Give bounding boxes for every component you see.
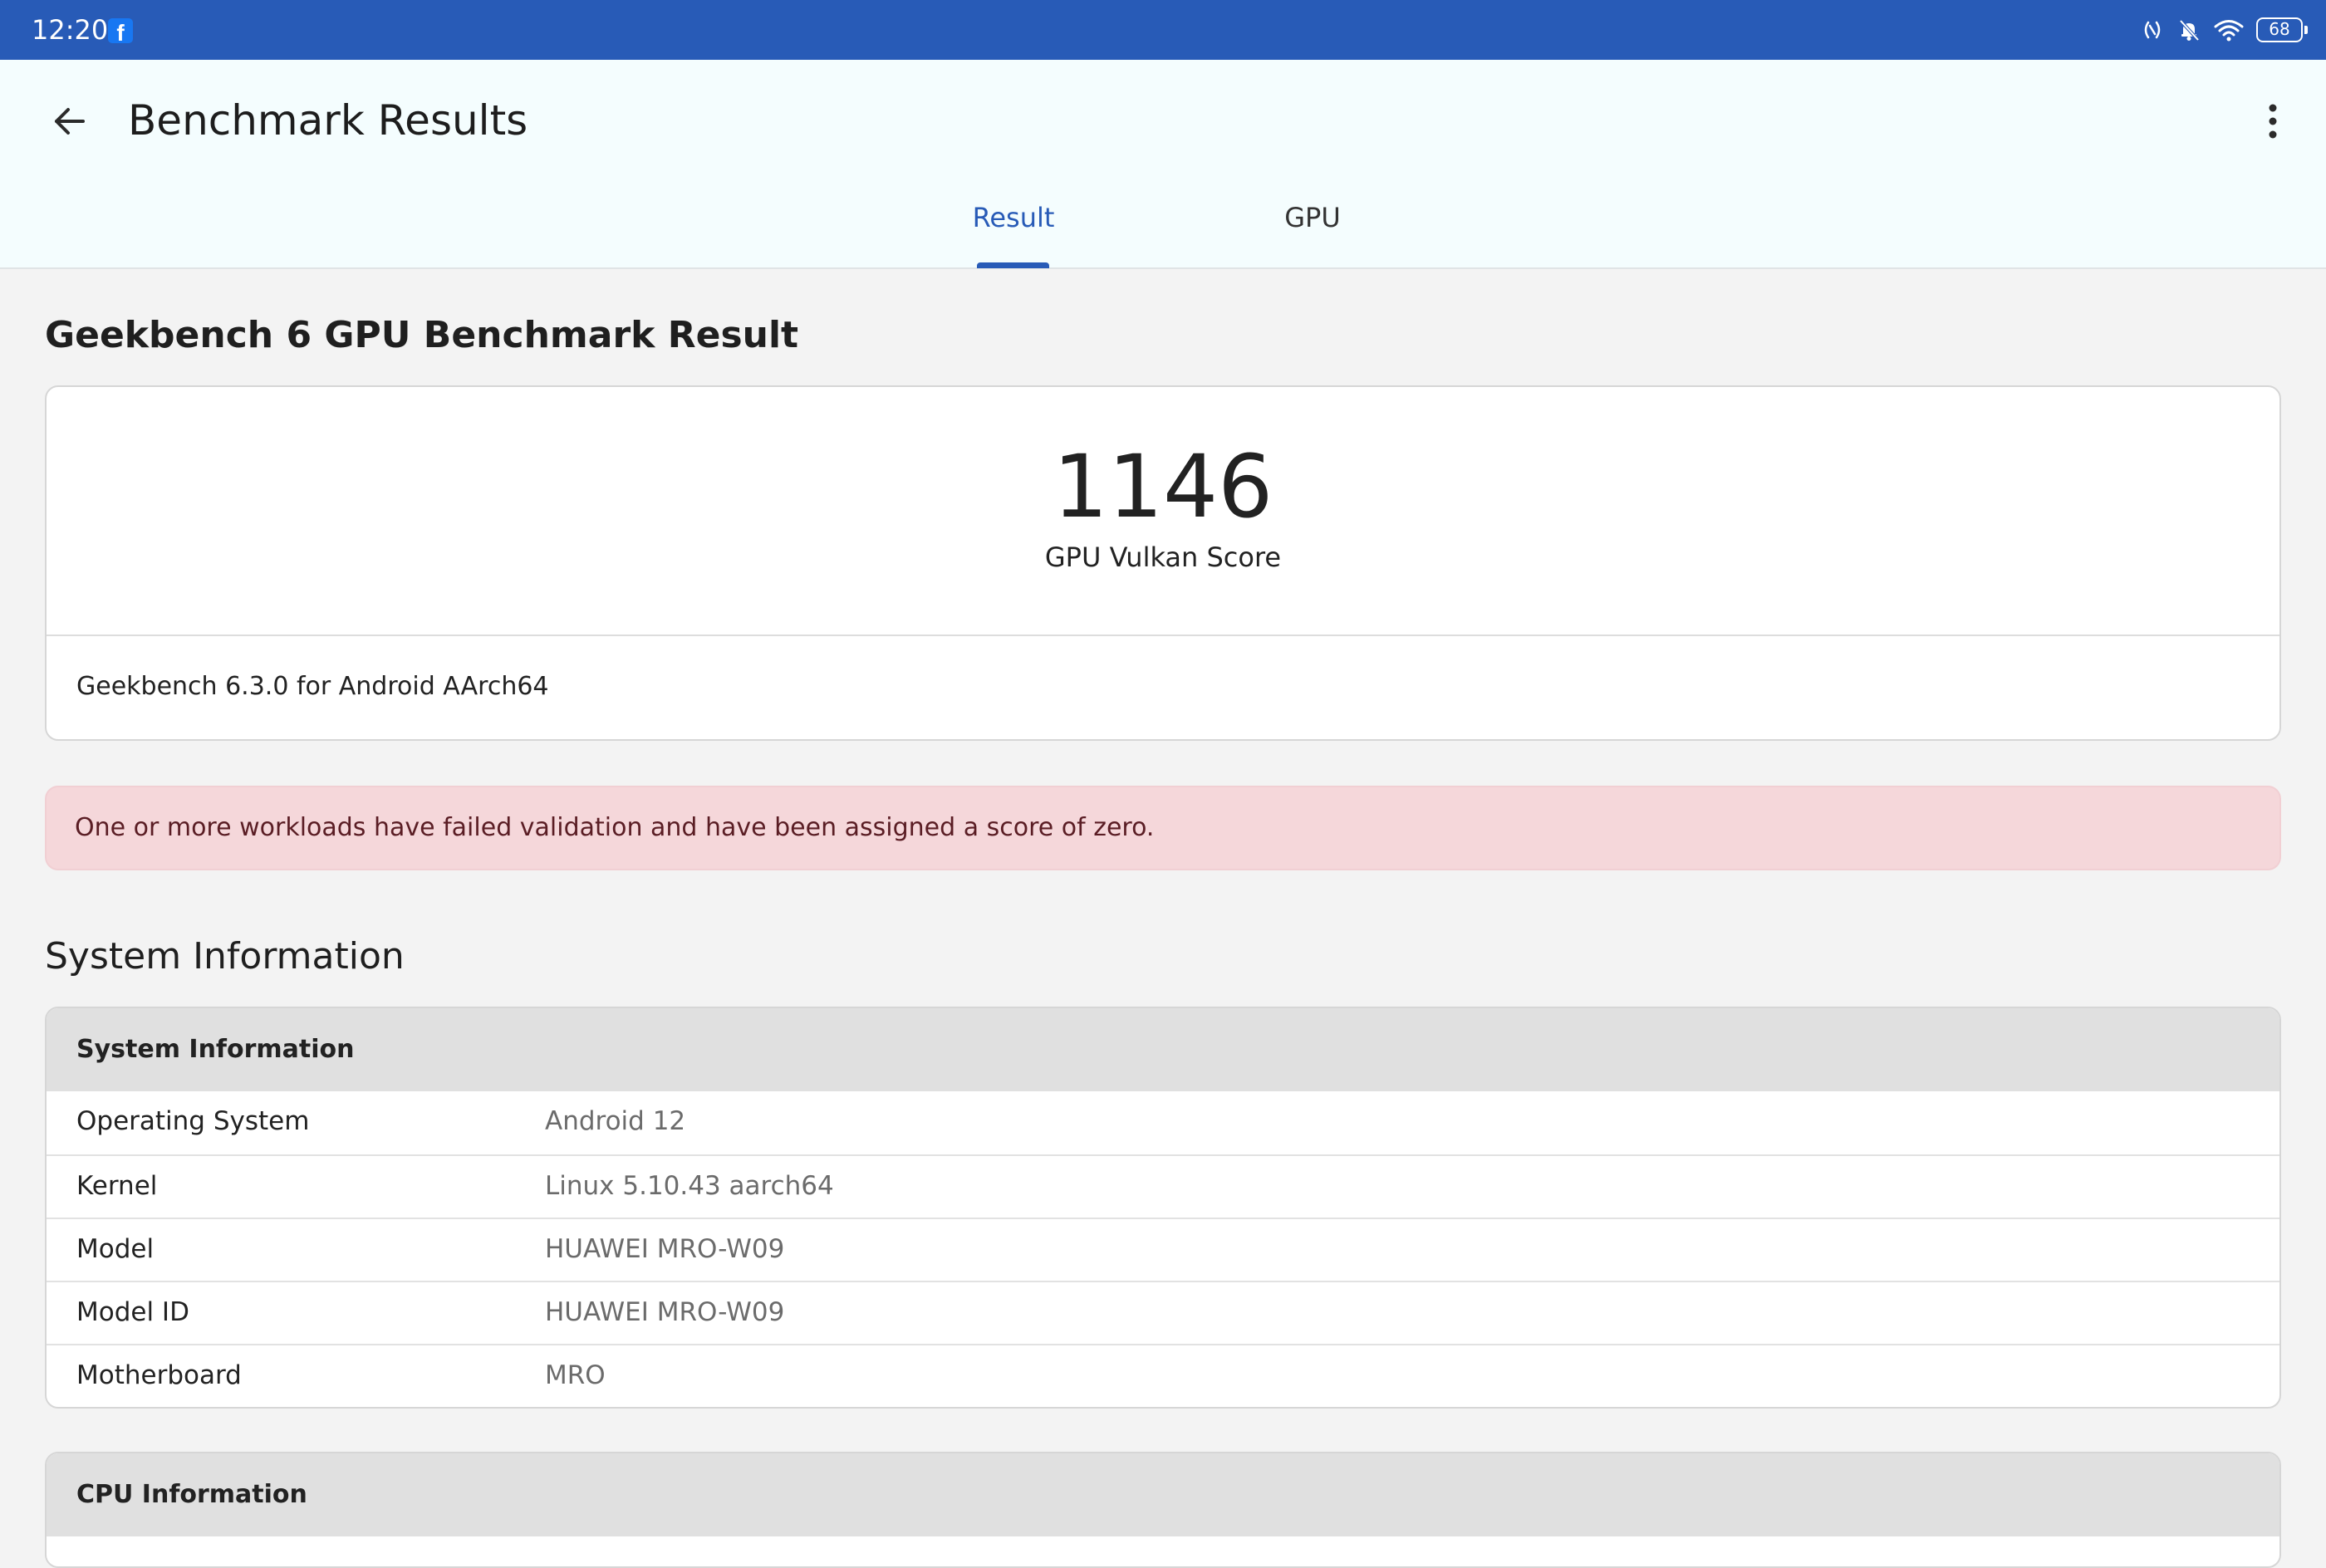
nfc-icon: [2140, 17, 2165, 42]
score-value: 1146: [1053, 436, 1273, 537]
divider: [47, 635, 2279, 636]
version-text: Geekbench 6.3.0 for Android AArch64: [76, 672, 549, 701]
more-vertical-icon: [2269, 104, 2277, 139]
row-label: Motherboard: [76, 1360, 242, 1390]
page-title: Benchmark Results: [128, 96, 528, 145]
validation-alert: One or more workloads have failed valida…: [45, 786, 2281, 870]
tab-indicator: [977, 262, 1049, 268]
table-row: Operating System Android 12: [47, 1091, 2279, 1154]
row-label: Operating System: [76, 1106, 310, 1136]
more-options-button[interactable]: [2246, 95, 2299, 148]
table-header: System Information: [47, 1008, 2279, 1091]
cpu-information-table: CPU Information: [45, 1452, 2281, 1568]
row-label: Model ID: [76, 1297, 189, 1327]
app-bar: Benchmark Results Result GPU: [0, 60, 2326, 269]
score-card: 1146 GPU Vulkan Score Geekbench 6.3.0 fo…: [45, 385, 2281, 741]
bell-off-icon: [2176, 17, 2201, 42]
row-value: HUAWEI MRO-W09: [545, 1234, 785, 1264]
wifi-icon: [2213, 17, 2245, 42]
status-icons: 68: [2140, 15, 2308, 45]
table-row: Kernel Linux 5.10.43 aarch64: [47, 1154, 2279, 1218]
status-bar: 12:20 f 68: [0, 0, 2326, 60]
table-row: Motherboard MRO: [47, 1344, 2279, 1407]
facebook-icon: f: [108, 18, 133, 43]
battery-icon: 68: [2256, 17, 2308, 42]
tab-result[interactable]: Result: [947, 201, 1080, 267]
tab-gpu[interactable]: GPU: [1246, 201, 1379, 267]
row-label: Model: [76, 1234, 155, 1264]
row-value: MRO: [545, 1360, 606, 1390]
back-button[interactable]: [43, 95, 96, 148]
table-row: Model ID HUAWEI MRO-W09: [47, 1281, 2279, 1344]
table-header: CPU Information: [47, 1453, 2279, 1536]
status-time: 12:20: [32, 14, 109, 46]
benchmark-title: Geekbench 6 GPU Benchmark Result: [45, 314, 799, 356]
system-information-title: System Information: [45, 935, 405, 978]
row-label: Kernel: [76, 1171, 158, 1201]
row-value: Android 12: [545, 1106, 686, 1136]
row-value: Linux 5.10.43 aarch64: [545, 1171, 834, 1201]
row-value: HUAWEI MRO-W09: [545, 1297, 785, 1327]
system-information-table: System Information Operating System Andr…: [45, 1007, 2281, 1409]
table-row: Model HUAWEI MRO-W09: [47, 1218, 2279, 1281]
arrow-left-icon: [55, 108, 85, 135]
score-label: GPU Vulkan Score: [1044, 541, 1282, 573]
